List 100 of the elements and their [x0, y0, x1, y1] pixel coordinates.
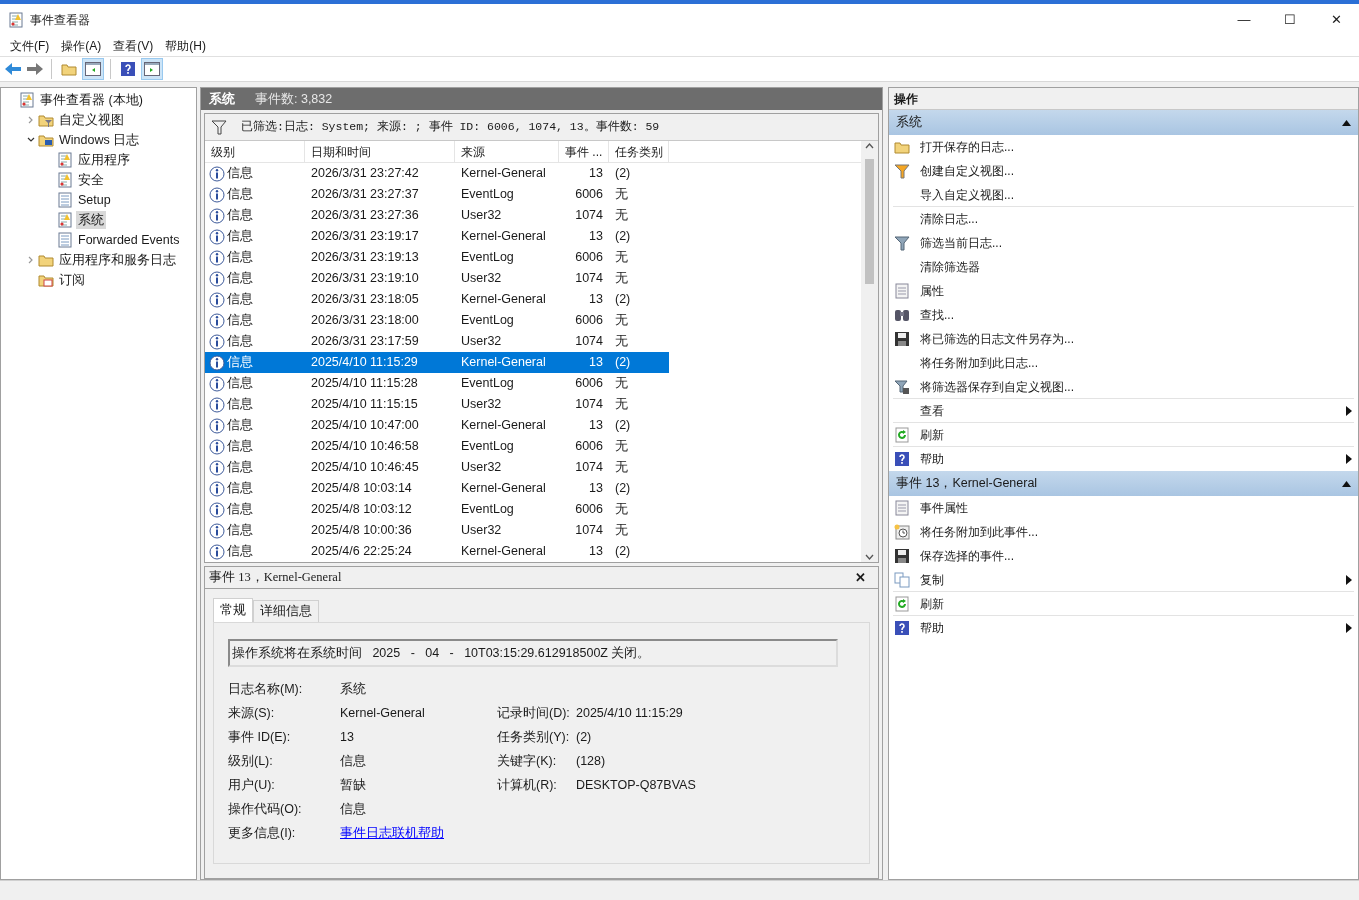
- table-cell-text: 信息: [227, 375, 253, 393]
- tree-item[interactable]: 订阅: [57, 271, 87, 289]
- column-header[interactable]: 事件 ...: [559, 141, 609, 162]
- event-row[interactable]: 信息 2026/3/31 23:27:37 EventLog 6006 无: [205, 184, 669, 205]
- action-item[interactable]: 创建自定义视图...: [893, 159, 1354, 183]
- close-button[interactable]: ✕: [1313, 4, 1359, 35]
- log-warning-icon: [57, 152, 73, 168]
- scrollbar[interactable]: [861, 141, 878, 562]
- table-cell: 2026/3/31 23:19:17: [311, 229, 419, 244]
- table-cell: 2025/4/10 10:47:00: [311, 418, 419, 433]
- column-header[interactable]: 级别: [205, 141, 305, 162]
- tree-item[interactable]: 事件查看器 (本地): [38, 91, 145, 109]
- action-item[interactable]: 将筛选器保存到自定义视图...: [893, 375, 1354, 399]
- action-item[interactable]: 将已筛选的日志文件另存为...: [893, 327, 1354, 351]
- tree-item[interactable]: Windows 日志: [57, 131, 142, 149]
- table-cell-text: 信息: [227, 165, 253, 183]
- action-item[interactable]: 保存选择的事件...: [893, 544, 1354, 568]
- event-row[interactable]: 信息 2025/4/8 10:00:36 User32 1074 无: [205, 520, 669, 541]
- pane-toggle-button[interactable]: [82, 58, 104, 80]
- tree-item[interactable]: 系统: [76, 211, 106, 229]
- column-header[interactable]: 日期和时间: [305, 141, 455, 162]
- section-header[interactable]: 事件 13，Kernel-General: [889, 471, 1358, 496]
- event-row[interactable]: 信息 2026/3/31 23:17:59 User32 1074 无: [205, 331, 669, 352]
- submenu-arrow-icon: [1346, 622, 1352, 633]
- table-cell: Kernel-General: [461, 481, 546, 496]
- table-cell: EventLog: [461, 313, 514, 328]
- menu-item[interactable]: 文件(F): [4, 36, 56, 55]
- event-row[interactable]: 信息 2025/4/10 11:15:28 EventLog 6006 无: [205, 373, 669, 394]
- event-row[interactable]: 信息 2025/4/10 11:15:29 Kernel-General 13 (2): [205, 352, 669, 373]
- event-row[interactable]: 信息 2025/4/10 10:47:00 Kernel-General 13 (2): [205, 415, 669, 436]
- pane-toggle-button[interactable]: [141, 58, 163, 80]
- event-row[interactable]: 信息 2026/3/31 23:27:42 Kernel-General 13 (2): [205, 163, 669, 184]
- tab[interactable]: 详细信息: [253, 600, 319, 622]
- event-row[interactable]: 信息 2026/3/31 23:18:05 Kernel-General 13 (2): [205, 289, 669, 310]
- folder-subscription-icon: [38, 272, 54, 288]
- table-cell-text: 信息: [227, 417, 253, 435]
- table-cell: 2026/3/31 23:27:37: [311, 187, 419, 202]
- action-item[interactable]: 事件属性: [893, 496, 1354, 520]
- tree-item[interactable]: Forwarded Events: [76, 231, 182, 249]
- scroll-down-icon[interactable]: [865, 554, 874, 560]
- log-warning-icon: [19, 92, 35, 108]
- action-item[interactable]: 导入自定义视图...: [893, 183, 1354, 207]
- tree-item[interactable]: 安全: [76, 171, 106, 189]
- tree-item[interactable]: 应用程序和服务日志: [57, 251, 178, 269]
- field-label: 操作代码(O):: [228, 800, 303, 818]
- action-item[interactable]: 打开保存的日志...: [893, 135, 1354, 159]
- event-row[interactable]: 信息 2025/4/6 22:25:24 Kernel-General 13 (2): [205, 541, 669, 562]
- event-row[interactable]: 信息 2026/3/31 23:27:36 User32 1074 无: [205, 205, 669, 226]
- event-row[interactable]: 信息 2025/4/8 10:03:14 Kernel-General 13 (2): [205, 478, 669, 499]
- tree-item[interactable]: Setup: [76, 191, 113, 209]
- column-header[interactable]: 任务类别: [609, 141, 669, 162]
- tree-item[interactable]: 自定义视图: [57, 111, 126, 129]
- action-item[interactable]: 查找...: [893, 303, 1354, 327]
- scrollbar-thumb[interactable]: [865, 159, 874, 284]
- scroll-up-icon[interactable]: [865, 143, 874, 149]
- event-row[interactable]: 信息 2026/3/31 23:18:00 EventLog 6006 无: [205, 310, 669, 331]
- action-item[interactable]: 将任务附加到此日志...: [893, 351, 1354, 375]
- action-item[interactable]: 刷新: [893, 423, 1354, 447]
- table-cell-text: 信息: [227, 291, 253, 309]
- event-row[interactable]: 信息 2025/4/10 10:46:45 User32 1074 无: [205, 457, 669, 478]
- tree-item[interactable]: 应用程序: [76, 151, 132, 169]
- table-cell: 1074: [575, 523, 603, 538]
- table-cell: (2): [615, 418, 631, 433]
- event-row[interactable]: 信息 2026/3/31 23:19:17 Kernel-General 13 (2): [205, 226, 669, 247]
- column-header[interactable]: 来源: [455, 141, 559, 162]
- minimize-button[interactable]: —: [1221, 4, 1267, 35]
- table-cell: Kernel-General: [461, 292, 546, 307]
- action-item[interactable]: 帮助: [893, 616, 1354, 640]
- action-item[interactable]: 清除筛选器: [893, 255, 1354, 279]
- action-item[interactable]: 将任务附加到此事件...: [893, 520, 1354, 544]
- menu-item[interactable]: 查看(V): [107, 36, 160, 55]
- collapse-chevron-icon[interactable]: [27, 136, 35, 144]
- info-icon: [209, 186, 225, 203]
- action-item[interactable]: 刷新: [893, 592, 1354, 616]
- info-icon: [209, 396, 225, 413]
- action-item[interactable]: 复制: [893, 568, 1354, 592]
- help-link[interactable]: 事件日志联机帮助: [340, 823, 444, 843]
- help-icon: [120, 61, 136, 77]
- event-row[interactable]: 信息 2025/4/10 10:46:58 EventLog 6006 无: [205, 436, 669, 457]
- action-item[interactable]: 属性: [893, 279, 1354, 303]
- event-row[interactable]: 信息 2025/4/8 10:03:12 EventLog 6006 无: [205, 499, 669, 520]
- action-item[interactable]: 清除日志...: [893, 207, 1354, 231]
- folder-filter-icon: [38, 112, 54, 128]
- section-header[interactable]: 系统: [889, 110, 1358, 135]
- action-item[interactable]: 筛选当前日志...: [893, 231, 1354, 255]
- event-row[interactable]: 信息 2026/3/31 23:19:10 User32 1074 无: [205, 268, 669, 289]
- menu-item[interactable]: 操作(A): [55, 36, 108, 55]
- event-row[interactable]: 信息 2025/4/10 11:15:15 User32 1074 无: [205, 394, 669, 415]
- event-row[interactable]: 信息 2026/3/31 23:19:13 EventLog 6006 无: [205, 247, 669, 268]
- table-cell: 2025/4/10 11:15:15: [311, 397, 418, 412]
- action-item[interactable]: 查看: [893, 399, 1354, 423]
- expand-chevron-icon[interactable]: [27, 116, 35, 124]
- close-button[interactable]: ✕: [855, 567, 866, 588]
- expand-chevron-icon[interactable]: [27, 256, 35, 264]
- tab[interactable]: 常规: [213, 598, 253, 622]
- field-value: Kernel-General: [340, 704, 425, 722]
- maximize-button[interactable]: ☐: [1267, 4, 1313, 35]
- menu-item[interactable]: 帮助(H): [159, 36, 212, 55]
- clock-icon: [894, 523, 910, 540]
- action-item[interactable]: 帮助: [893, 447, 1354, 471]
